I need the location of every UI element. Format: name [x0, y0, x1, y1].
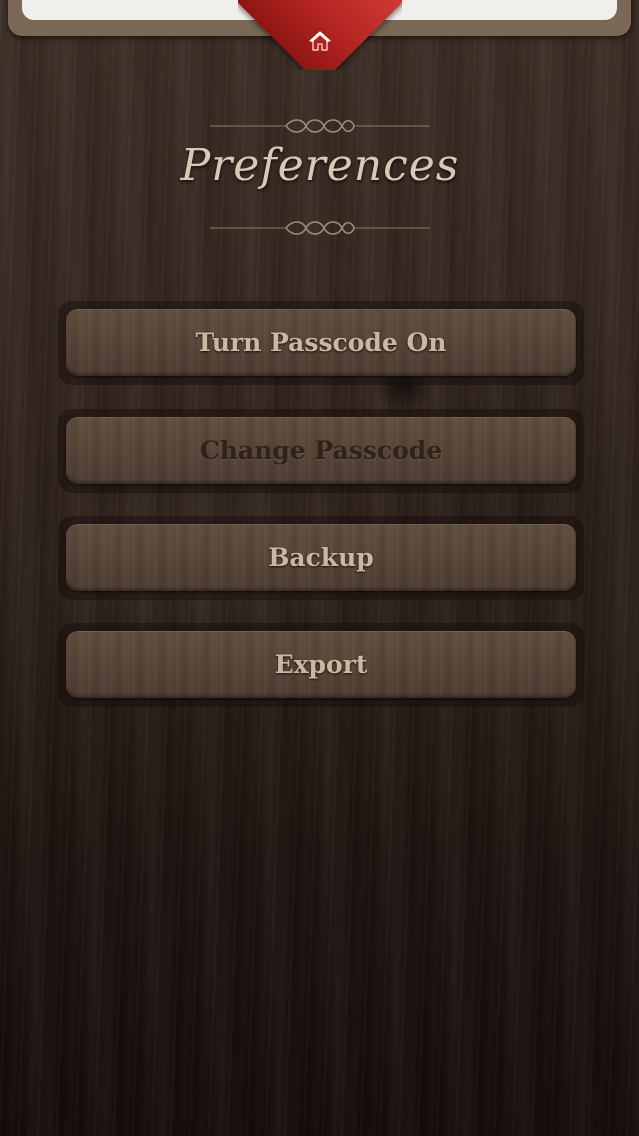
home-button[interactable] — [303, 25, 337, 57]
export-wrap: Export — [58, 623, 584, 707]
backup-button[interactable]: Backup — [66, 524, 576, 591]
change-passcode-button[interactable]: Change Passcode — [66, 417, 576, 484]
ornament-top — [210, 119, 430, 133]
turn-passcode-on-button[interactable]: Turn Passcode On — [66, 309, 576, 376]
export-button[interactable]: Export — [66, 631, 576, 698]
change-passcode-wrap: Change Passcode — [58, 409, 584, 493]
page-title: Preferences — [180, 140, 460, 191]
home-icon — [309, 31, 331, 51]
backup-wrap: Backup — [58, 516, 584, 600]
ornament-bottom — [210, 221, 430, 235]
turn-passcode-on-wrap: Turn Passcode On — [58, 301, 584, 385]
